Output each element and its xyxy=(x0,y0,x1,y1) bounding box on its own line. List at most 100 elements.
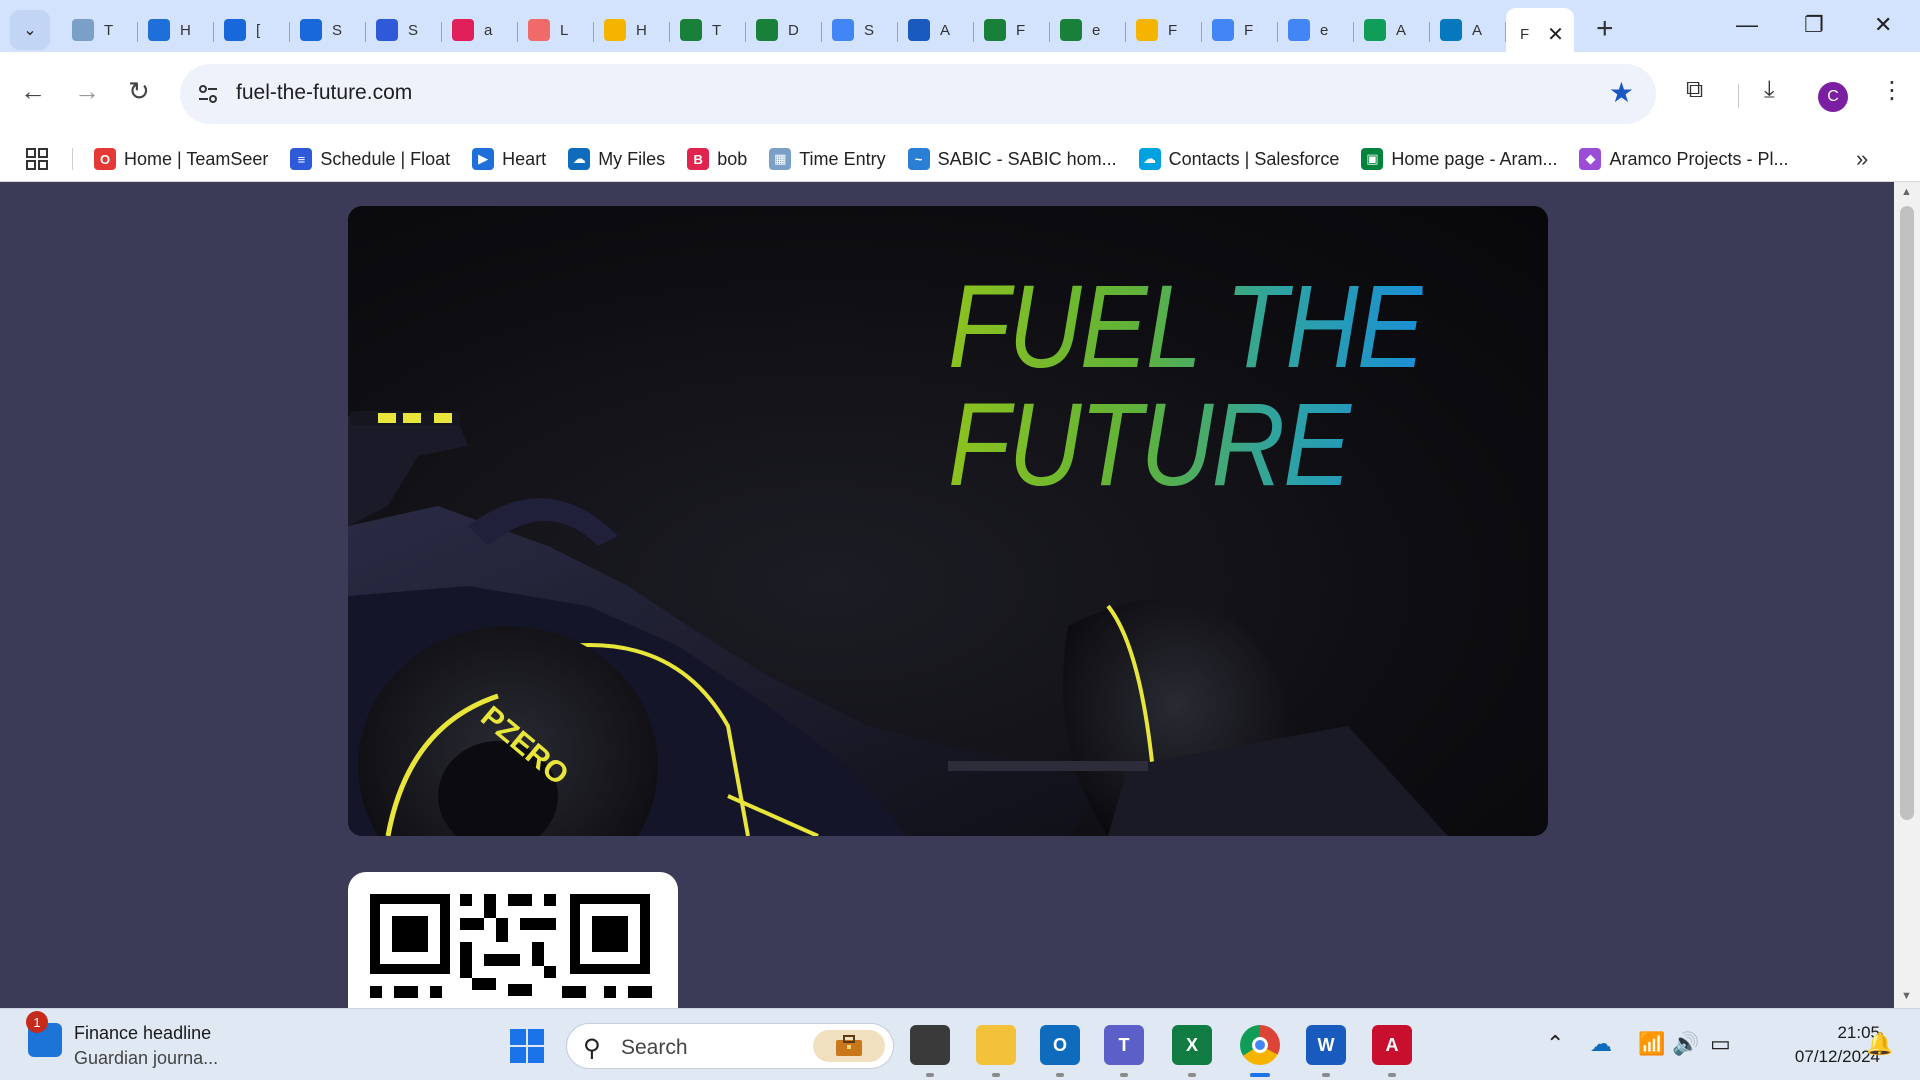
browser-tab[interactable]: H xyxy=(138,8,214,52)
chrome-icon[interactable] xyxy=(1240,1025,1280,1077)
bookmark-item[interactable]: ≡ Schedule | Float xyxy=(290,148,450,170)
more-bookmarks-button[interactable]: » xyxy=(1856,146,1868,172)
tab-strip: ⌄ T H [S Sa L H T D S A Fe F Fe A A F ✕ + — ❐ ✕ xyxy=(0,0,1920,60)
browser-tab[interactable]: F xyxy=(1126,8,1202,52)
tab-title: H xyxy=(180,21,191,39)
docs-icon xyxy=(832,19,854,41)
chevron-down-icon: ⌄ xyxy=(23,22,37,39)
drive-icon xyxy=(604,19,626,41)
new-tab-button[interactable]: + xyxy=(1596,12,1614,46)
windows-taskbar: 1 Finance headline Guardian journa... ⚲ … xyxy=(0,1008,1920,1080)
url-text[interactable]: fuel-the-future.com xyxy=(236,81,412,105)
address-bar[interactable]: fuel-the-future.com ★ xyxy=(180,64,1656,124)
forward-button[interactable]: → xyxy=(74,76,100,107)
onedrive-icon[interactable]: ☁ xyxy=(1590,1031,1612,1057)
scroll-down-arrow-icon[interactable]: ▼ xyxy=(1901,990,1912,1002)
web-page: PZERO FUEL THE FUTURE xyxy=(0,182,1894,1008)
tab-title: H xyxy=(636,21,647,39)
bookmark-item[interactable]: ☁ Contacts | Salesforce xyxy=(1138,148,1339,170)
scroll-thumb[interactable] xyxy=(1900,206,1914,820)
site-info-icon[interactable] xyxy=(196,82,220,106)
close-tab-icon[interactable]: ✕ xyxy=(1547,22,1564,47)
bookmark-item[interactable]: ◆ Aramco Projects - Pl... xyxy=(1579,148,1789,170)
reload-button[interactable]: ↻ xyxy=(128,76,150,107)
restore-button[interactable]: ❐ xyxy=(1804,12,1824,38)
file-explorer-icon[interactable] xyxy=(976,1025,1016,1077)
bookmark-label: Home page - Aram... xyxy=(1391,148,1558,169)
scroll-up-arrow-icon[interactable]: ▲ xyxy=(1901,186,1912,198)
bookmark-favicon-icon: ▦ xyxy=(769,148,792,170)
browser-tab[interactable]: [ xyxy=(214,8,290,52)
running-indicator xyxy=(1250,1073,1270,1077)
page-scrollbar[interactable]: ▲ ▼ xyxy=(1894,182,1920,1008)
bookmark-item[interactable]: Bbob xyxy=(687,148,747,170)
timeentry-icon xyxy=(72,19,94,41)
bookmark-label: Home | TeamSeer xyxy=(124,148,269,169)
asana-icon xyxy=(528,19,550,41)
bookmark-label: Heart xyxy=(502,148,547,169)
browser-tab[interactable]: T xyxy=(670,8,746,52)
outlook-icon[interactable]: O xyxy=(1040,1025,1080,1077)
minimize-button[interactable]: — xyxy=(1736,12,1758,38)
word-icon[interactable]: W xyxy=(1306,1025,1346,1077)
system-clock[interactable]: 21:05 07/12/2024 xyxy=(1762,1021,1880,1069)
tab-search-button[interactable]: ⌄ xyxy=(10,10,50,50)
browser-tab[interactable]: A xyxy=(1354,8,1430,52)
bookmark-item[interactable]: ▶ Heart xyxy=(472,148,546,170)
back-button[interactable]: ← xyxy=(20,76,46,107)
notification-bell-icon[interactable]: 🔔 xyxy=(1866,1031,1893,1057)
search-icon: ⚲ xyxy=(583,1035,601,1062)
profile-avatar[interactable]: C xyxy=(1818,82,1848,112)
tab-title: A xyxy=(1472,21,1483,39)
task-view-icon[interactable] xyxy=(910,1025,950,1077)
tab-title: S xyxy=(408,21,419,39)
menu-kebab-icon[interactable]: ⋮ xyxy=(1880,76,1904,105)
bookmark-item[interactable]: ▣ Home page - Aram... xyxy=(1361,148,1557,170)
toolbar-divider xyxy=(1738,84,1739,108)
excel-icon[interactable]: X xyxy=(1172,1025,1212,1077)
taskbar-search[interactable]: ⚲ Search xyxy=(566,1023,894,1069)
browser-tab[interactable]: H xyxy=(594,8,670,52)
browser-tab[interactable]: F xyxy=(974,8,1050,52)
apps-grid-icon[interactable] xyxy=(26,148,48,170)
browser-tab[interactable]: D xyxy=(746,8,822,52)
browser-tab[interactable]: F xyxy=(1202,8,1278,52)
bookmark-label: bob xyxy=(717,148,748,169)
browser-tab[interactable]: S xyxy=(290,8,366,52)
tab-list: T H [S Sa L H T D S A Fe F Fe A A F ✕ xyxy=(62,8,1574,60)
notification-badge: 1 xyxy=(26,1011,48,1033)
bookmark-favicon-icon: ≡ xyxy=(290,148,313,170)
teams-icon[interactable]: T xyxy=(1104,1025,1144,1077)
browser-tab[interactable]: A xyxy=(1430,8,1506,52)
tab-title: D xyxy=(788,21,799,39)
browser-tab[interactable]: T xyxy=(62,8,138,52)
bookmark-item[interactable]: ~ SABIC - SABIC hom... xyxy=(907,148,1117,170)
extensions-icon[interactable]: ⧉ xyxy=(1686,76,1703,104)
browser-tab[interactable]: S xyxy=(822,8,898,52)
bookmark-favicon-icon: B xyxy=(687,148,710,170)
browser-tab[interactable]: e xyxy=(1278,8,1354,52)
browser-tab[interactable]: A xyxy=(898,8,974,52)
downloads-icon[interactable]: ⤓ xyxy=(1764,76,1775,104)
bookmark-star-icon[interactable]: ★ xyxy=(1609,76,1634,109)
battery-icon[interactable]: ▭ xyxy=(1710,1031,1731,1057)
browser-tab[interactable]: S xyxy=(366,8,442,52)
hero-title-line-2: FUTURE xyxy=(948,379,1350,511)
acrobat-icon[interactable]: A xyxy=(1372,1025,1412,1077)
bookmark-item[interactable]: O Home | TeamSeer xyxy=(94,148,268,170)
start-button[interactable] xyxy=(510,1029,544,1063)
browser-tab[interactable]: L xyxy=(518,8,594,52)
wifi-icon[interactable]: 📶 xyxy=(1638,1031,1665,1057)
browser-tab[interactable]: e xyxy=(1050,8,1126,52)
news-widget[interactable]: 1 Finance headline Guardian journa... xyxy=(26,1011,218,1069)
float-icon xyxy=(376,19,398,41)
chevron-up-icon[interactable]: ⌃ xyxy=(1546,1031,1564,1057)
bookmark-item[interactable]: ☁ My Files xyxy=(568,148,665,170)
news-widget-icon: 1 xyxy=(26,1011,62,1057)
close-window-button[interactable]: ✕ xyxy=(1874,12,1892,38)
bookmark-list: O Home | TeamSeer ≡ Schedule | Float ▶ Heart ☁… xyxy=(94,136,1811,182)
tab-title: T xyxy=(712,21,722,39)
browser-tab[interactable]: a xyxy=(442,8,518,52)
volume-icon[interactable]: 🔊 xyxy=(1672,1031,1699,1057)
bookmark-item[interactable]: ▦ Time Entry xyxy=(769,148,886,170)
